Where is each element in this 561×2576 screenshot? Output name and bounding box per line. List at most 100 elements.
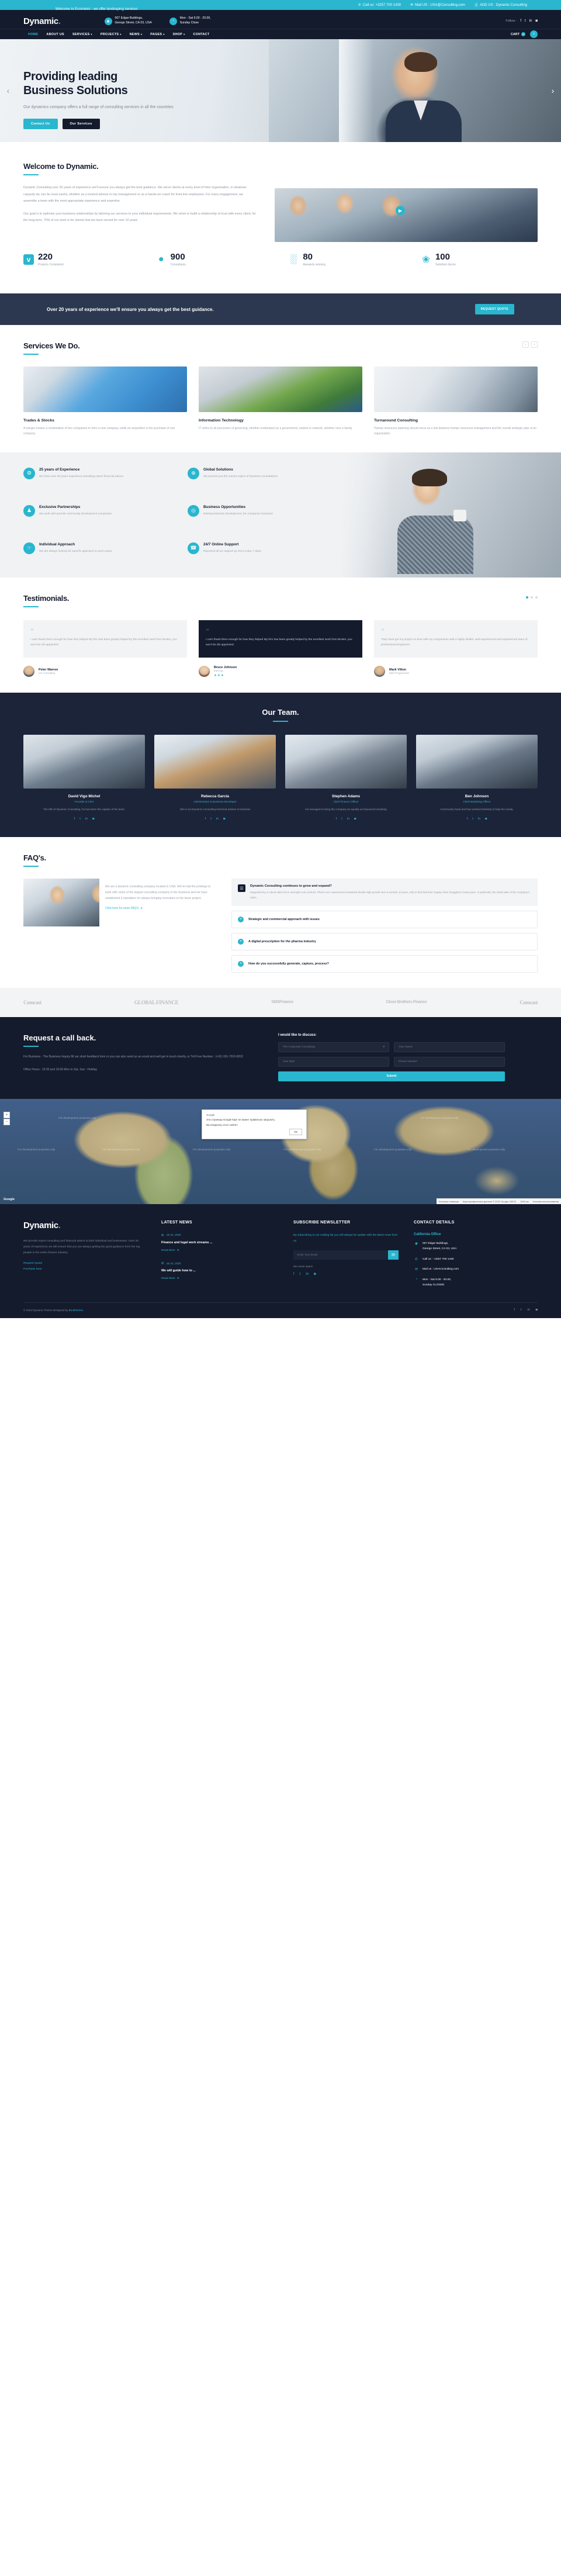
top-bar-address-text: ADD US : Dynamic Consulting: [479, 3, 527, 7]
submit-button[interactable]: Submit: [278, 1071, 505, 1081]
map-terms-label[interactable]: Условия использования: [533, 1200, 559, 1203]
client-logo[interactable]: Comcast: [23, 1000, 41, 1005]
counters-row: v 220 Projects Completed ● 900 Consultan…: [23, 242, 538, 282]
instagram-icon[interactable]: ◙: [354, 817, 356, 821]
play-icon[interactable]: ▶: [396, 206, 405, 215]
footer-news-title[interactable]: Finance and legal work streams ...: [161, 1240, 278, 1246]
twitter-icon[interactable]: t: [300, 1273, 301, 1276]
testimonial-text: I can't thank them enough for how they h…: [206, 638, 352, 647]
linkedin-icon[interactable]: in: [527, 1308, 529, 1312]
service-card[interactable]: Turnaround Consulting Human resources pl…: [374, 366, 538, 437]
hero-prev-arrow[interactable]: ‹: [4, 86, 13, 95]
cart-button[interactable]: CART 0: [511, 32, 525, 36]
twitter-icon[interactable]: t: [521, 1308, 522, 1312]
faq-accordion-item[interactable]: + Strategic and commercial approach with…: [231, 910, 538, 928]
footer-link-purchase-now[interactable]: Purchase Now: [23, 1268, 146, 1271]
faq-accordion-item[interactable]: + A digital prescription for the pharma …: [231, 932, 538, 950]
facebook-icon[interactable]: f: [514, 1308, 515, 1312]
faq-accordion-item[interactable]: + How do you successfully generate, capt…: [231, 955, 538, 973]
footer-link-request-quote[interactable]: Request Quote: [23, 1262, 146, 1265]
name-field[interactable]: Your Name: [394, 1042, 505, 1052]
instagram-icon[interactable]: ◙: [536, 1308, 538, 1312]
map-popup-ok-button[interactable]: ОК: [289, 1128, 302, 1135]
team-member-photo: [23, 734, 145, 789]
linkedin-icon[interactable]: in: [85, 817, 88, 821]
site-logo[interactable]: Dynamic.: [23, 16, 61, 26]
linkedin-icon[interactable]: in: [347, 817, 349, 821]
map-zoom-out-button[interactable]: −: [4, 1118, 10, 1125]
instagram-icon[interactable]: ◙: [223, 817, 225, 821]
request-quote-button[interactable]: REQUEST QUOTE: [475, 304, 514, 314]
facebook-icon[interactable]: f: [467, 817, 468, 821]
services-next-arrow[interactable]: ›: [531, 341, 538, 348]
pagination-dot[interactable]: [535, 596, 538, 599]
send-icon[interactable]: ✉: [388, 1250, 399, 1260]
twitter-icon[interactable]: t: [210, 817, 212, 821]
facebook-icon[interactable]: f: [205, 817, 206, 821]
footer-logo[interactable]: Dynamic.: [23, 1220, 146, 1230]
twitter-icon[interactable]: t: [525, 19, 526, 23]
faq-accordion-label: How do you successfully generate, captur…: [248, 962, 329, 966]
facebook-icon[interactable]: f: [293, 1273, 295, 1276]
twitter-icon[interactable]: t: [472, 817, 473, 821]
map-shortcuts-label[interactable]: Быстрые клавиши: [439, 1200, 459, 1203]
map-watermark: For development purposes only: [193, 1147, 231, 1151]
email-field[interactable]: Your Mail: [278, 1056, 389, 1067]
client-logo[interactable]: SMSFinance: [271, 1000, 293, 1004]
facebook-icon[interactable]: f: [74, 817, 75, 821]
map-watermark: For development purposes only: [58, 1116, 96, 1119]
faq-more-link[interactable]: Click here for more FAQ's ➤: [105, 907, 143, 910]
map-error-popup[interactable]: Google Эта страница Google Карт не может…: [202, 1109, 307, 1139]
client-logo[interactable]: Close Brothers Finance: [386, 1000, 427, 1004]
services-prev-arrow[interactable]: ‹: [522, 341, 529, 348]
nav-item-services[interactable]: SERVICES ▾: [72, 33, 92, 36]
callback-form-title: I would like to discuss:: [278, 1033, 317, 1037]
testimonials-pagination[interactable]: [526, 596, 538, 599]
header-address-line2: George Street, CA 03, USA: [115, 21, 152, 25]
service-card[interactable]: Information Technology IT refers to all …: [199, 366, 362, 437]
top-bar-mail[interactable]: ✉ Mail US : USA@Consulting.com: [410, 3, 465, 8]
nav-item-pages[interactable]: PAGES ▾: [150, 33, 164, 36]
instagram-icon[interactable]: ◙: [535, 19, 538, 23]
nav-item-news[interactable]: NEWS ▾: [130, 33, 143, 36]
nav-item-contact[interactable]: CONTACT: [193, 33, 209, 36]
pagination-dot[interactable]: [531, 596, 533, 599]
instagram-icon[interactable]: ◙: [92, 817, 94, 821]
pagination-dot[interactable]: [526, 596, 528, 599]
linkedin-icon[interactable]: in: [306, 1273, 309, 1276]
footer-contact-phone[interactable]: ✆ Call us : +3257 700 1430: [414, 1257, 531, 1263]
newsletter-email-input[interactable]: Enter Your Email: [293, 1250, 388, 1260]
hero-next-arrow[interactable]: ›: [548, 86, 557, 95]
twitter-icon[interactable]: t: [341, 817, 342, 821]
nav-item-home[interactable]: HOME: [28, 33, 38, 36]
service-card[interactable]: Trades & Stocks A merger means a combina…: [23, 366, 187, 437]
map-zoom-in-button[interactable]: +: [4, 1111, 10, 1118]
footer-news-read-more[interactable]: Read More ➤: [161, 1249, 179, 1252]
twitter-icon[interactable]: t: [79, 817, 81, 821]
footer-news-title[interactable]: We will guide how to ...: [161, 1268, 278, 1274]
client-logo[interactable]: Comcast: [520, 1000, 538, 1005]
hero-contact-button[interactable]: Contact Us: [23, 118, 58, 129]
footer-news-read-more[interactable]: Read More ➤: [161, 1277, 179, 1280]
client-logo[interactable]: GLOBAL FINANCE: [134, 1000, 179, 1005]
top-bar-phone[interactable]: ✆ Call us: +3257 700 1430: [358, 3, 401, 8]
topic-select[interactable]: The Corporate Consulting ▾: [278, 1042, 389, 1052]
instagram-icon[interactable]: ◙: [314, 1273, 316, 1276]
top-bar-address[interactable]: Ⓢ ADD US : Dynamic Consulting: [475, 2, 527, 8]
nav-item-shop[interactable]: SHOP ▾: [173, 33, 185, 36]
map-section[interactable]: For development purposes only For develo…: [0, 1098, 561, 1204]
hero-services-button[interactable]: Our Services: [62, 118, 100, 129]
footer-contact-mail[interactable]: ✉ Mail us : USAConsulting.com: [414, 1267, 531, 1273]
linkedin-icon[interactable]: in: [529, 19, 532, 23]
linkedin-icon[interactable]: in: [216, 817, 219, 821]
search-icon[interactable]: ⌕: [530, 30, 538, 38]
instagram-icon[interactable]: ◙: [485, 817, 487, 821]
nav-item-about-us[interactable]: ABOUT US: [46, 33, 64, 36]
linkedin-icon[interactable]: in: [478, 817, 480, 821]
callback-hours: Office Hours : 10:30 and 19:00 Mon to Sa…: [23, 1068, 98, 1072]
nav-item-projects[interactable]: PROJECTS ▾: [101, 33, 122, 36]
phone-field[interactable]: Phone Number: [394, 1056, 505, 1067]
facebook-icon[interactable]: f: [336, 817, 337, 821]
footer-copyright-brand[interactable]: Bootthemes: [69, 1309, 84, 1312]
facebook-icon[interactable]: f: [520, 19, 521, 23]
